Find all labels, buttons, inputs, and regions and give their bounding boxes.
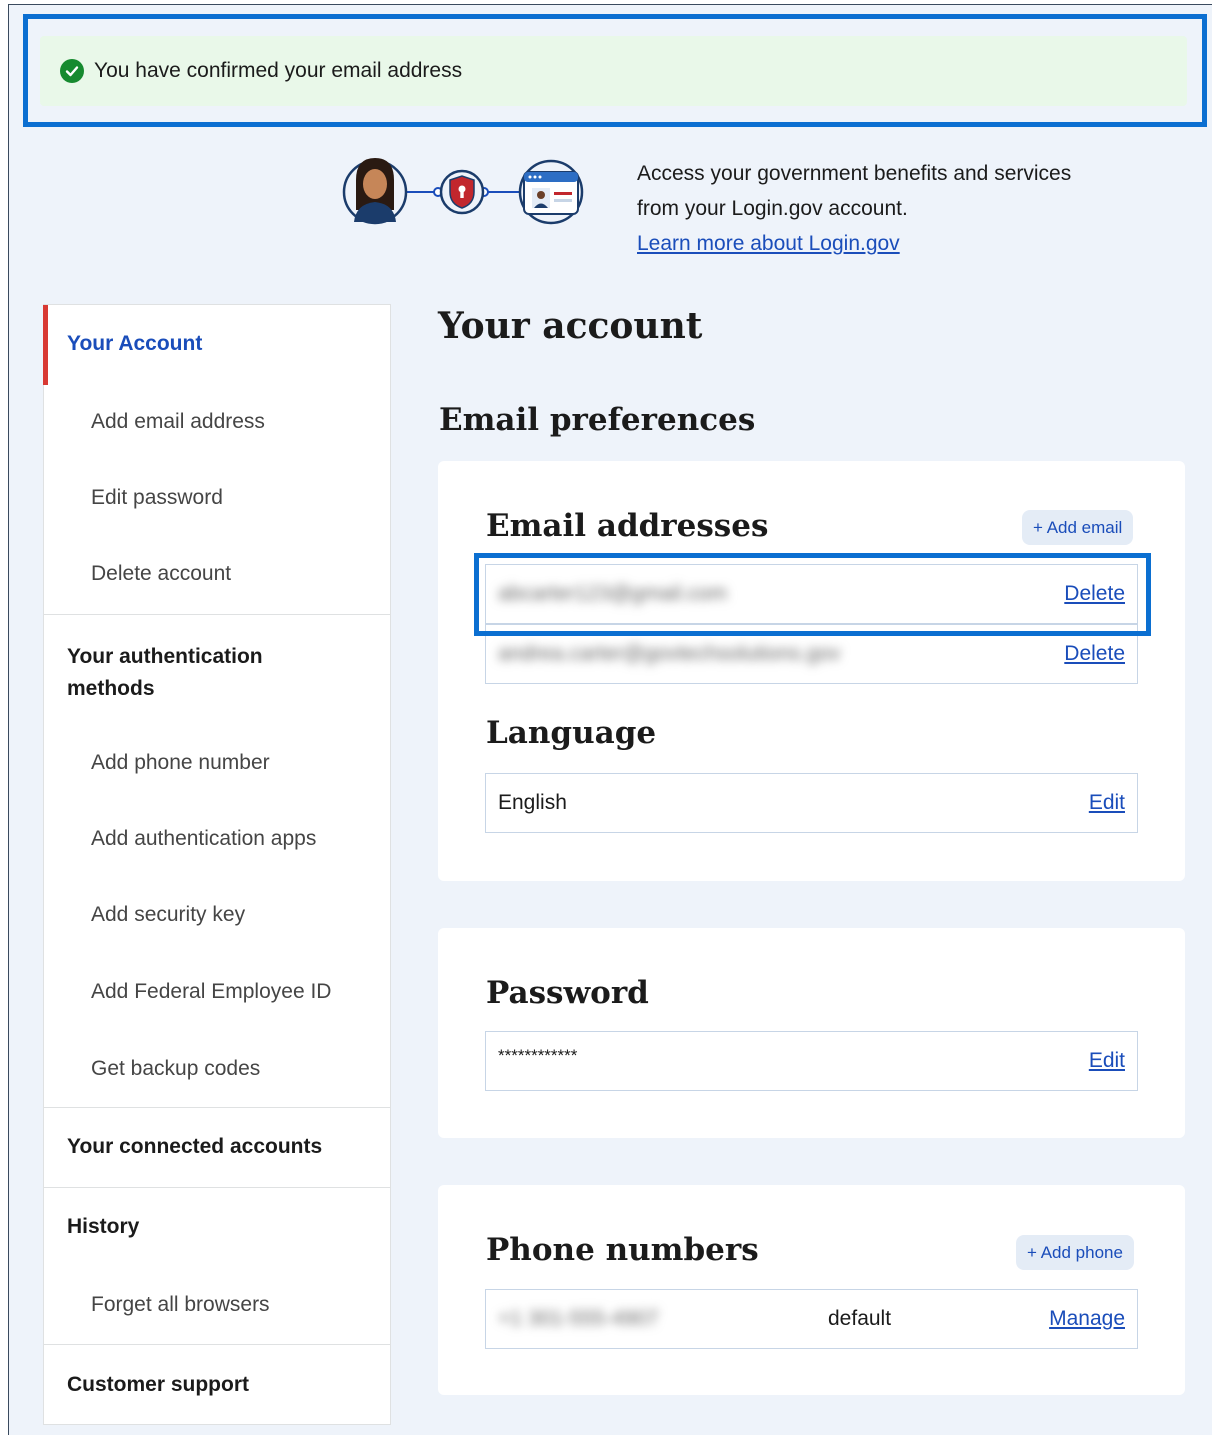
- password-row: ************ Edit: [485, 1031, 1138, 1091]
- language-heading: Language: [486, 715, 657, 751]
- sidebar-divider: [44, 1187, 390, 1188]
- sidebar-item-backup-codes[interactable]: Get backup codes: [91, 1057, 437, 1081]
- sidebar-item-your-account[interactable]: Your Account: [67, 332, 413, 356]
- sidebar-item-add-federal-id[interactable]: Add Federal Employee ID: [91, 980, 437, 1004]
- sidebar-item-add-phone[interactable]: Add phone number: [91, 751, 437, 775]
- sidebar-divider: [44, 1344, 390, 1345]
- add-phone-button[interactable]: + Add phone: [1016, 1235, 1134, 1270]
- add-email-button[interactable]: + Add email: [1022, 510, 1134, 545]
- sidebar-divider: [44, 614, 390, 615]
- intro-line-2: from your Login.gov account.: [637, 197, 908, 220]
- sidebar-item-delete-account[interactable]: Delete account: [91, 562, 437, 586]
- phone-default-label: default: [828, 1307, 892, 1330]
- edit-language-link[interactable]: Edit: [1089, 791, 1125, 815]
- intro-text: Access your government benefits and serv…: [637, 156, 1117, 261]
- sidebar-item-edit-password[interactable]: Edit password: [91, 486, 437, 510]
- sidebar-item-connected-accounts[interactable]: Your connected accounts: [67, 1135, 413, 1159]
- sidebar-item-add-security-key[interactable]: Add security key: [91, 903, 437, 927]
- alert-message: You have confirmed your email address: [94, 59, 463, 82]
- email-value: andrea.carter@govtechsolutions.gov: [498, 642, 841, 665]
- email-addresses-heading: Email addresses: [486, 508, 769, 544]
- email-preferences-heading: Email preferences: [439, 402, 756, 438]
- active-indicator: [43, 305, 48, 385]
- auth-methods-line-1: Your authentication: [67, 645, 263, 668]
- phone-value: +1 301-555-4907: [498, 1307, 659, 1330]
- learn-more-link[interactable]: Learn more about Login.gov: [637, 226, 1117, 261]
- email-row-highlight-box: [474, 553, 1151, 636]
- edit-password-link[interactable]: Edit: [1089, 1049, 1125, 1073]
- sidebar-divider: [44, 1107, 390, 1108]
- password-heading: Password: [486, 975, 649, 1011]
- sidebar-item-history[interactable]: History: [67, 1215, 413, 1239]
- sidebar-item-auth-methods[interactable]: Your authentication methods: [67, 641, 413, 705]
- sidebar-item-add-email[interactable]: Add email address: [91, 410, 437, 434]
- success-alert: You have confirmed your email address: [40, 36, 1187, 106]
- page-title: Your account: [438, 305, 703, 347]
- check-circle-icon: [60, 59, 84, 83]
- password-value: ************: [498, 1046, 578, 1065]
- sidebar-item-customer-support[interactable]: Customer support: [67, 1373, 413, 1397]
- manage-phone-link[interactable]: Manage: [1049, 1307, 1125, 1331]
- delete-email-link[interactable]: Delete: [1064, 642, 1125, 666]
- sidebar-item-add-auth-apps[interactable]: Add authentication apps: [91, 827, 437, 851]
- auth-methods-line-2: methods: [67, 677, 155, 700]
- phone-numbers-heading: Phone numbers: [486, 1232, 759, 1268]
- sidebar-item-forget-browsers[interactable]: Forget all browsers: [91, 1293, 437, 1317]
- language-row: English Edit: [485, 773, 1138, 833]
- language-value: English: [498, 791, 567, 814]
- sidebar-nav: Your Account Add email address Edit pass…: [43, 304, 391, 1425]
- login-illustration-icon: [342, 158, 584, 225]
- phone-row: +1 301-555-4907 default Manage: [485, 1289, 1138, 1349]
- intro-line-1: Access your government benefits and serv…: [637, 162, 1072, 185]
